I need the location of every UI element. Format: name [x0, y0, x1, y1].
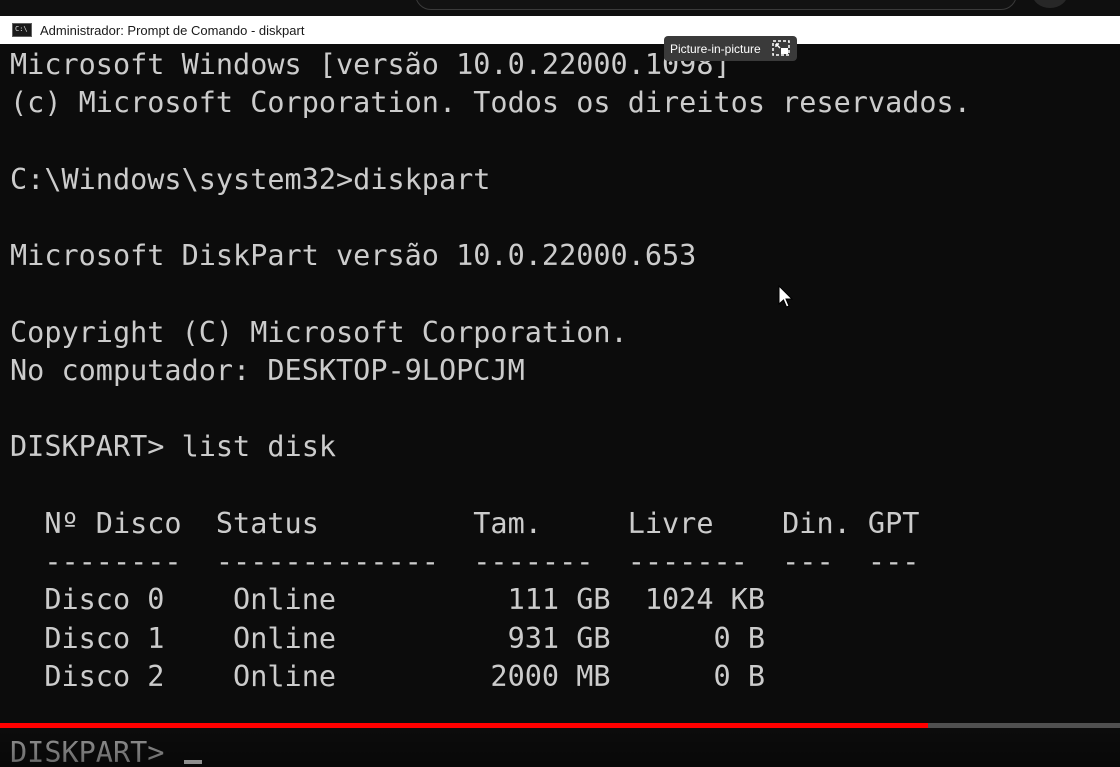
disk-table-header: Nº Disco Status Tam. Livre Din. GPT [10, 507, 920, 540]
diskpart-prompt[interactable]: DISKPART> [10, 736, 202, 767]
tooltip-label: Picture-in-picture [670, 41, 761, 56]
text-cursor [183, 760, 202, 764]
disk-table-row: Disco 2 Online 2000 MB 0 B [10, 660, 765, 693]
search-bar[interactable] [415, 0, 1017, 10]
disk-table-separator: -------- ------------- ------- ------- -… [10, 545, 920, 578]
console-output[interactable]: Microsoft Windows [versão 10.0.22000.109… [0, 44, 1120, 767]
video-progress-fill [0, 723, 929, 728]
disk-table-row: Disco 0 Online 111 GB 1024 KB [10, 583, 765, 616]
window-titlebar[interactable]: Administrador: Prompt de Comando - diskp… [0, 16, 1120, 44]
top-circle-button[interactable] [1032, 0, 1068, 8]
console-line: Microsoft DiskPart versão 10.0.22000.653 [10, 239, 697, 272]
console-line: Copyright (C) Microsoft Corporation. [10, 316, 628, 349]
command-prompt-icon [12, 23, 32, 37]
window-title: Administrador: Prompt de Comando - diskp… [40, 22, 305, 38]
disk-table-row: Disco 1 Online 931 GB 0 B [10, 622, 765, 655]
screen: Administrador: Prompt de Comando - diskp… [0, 0, 1120, 767]
console-line: Microsoft Windows [versão 10.0.22000.109… [10, 48, 731, 81]
console-line: No computador: DESKTOP-9LOPCJM [10, 354, 525, 387]
video-progress-bar[interactable] [0, 723, 1120, 728]
console-line: DISKPART> list disk [10, 430, 337, 463]
console-line: (c) Microsoft Corporation. Todos os dire… [10, 86, 971, 119]
picture-in-picture-tooltip: Picture-in-picture [664, 36, 797, 61]
browser-top-strip [0, 0, 1120, 16]
mouse-pointer-icon [778, 285, 794, 308]
prompt-text: DISKPART> [10, 736, 182, 767]
picture-in-picture-icon [772, 40, 790, 56]
console-line: C:\Windows\system32>diskpart [10, 163, 491, 196]
